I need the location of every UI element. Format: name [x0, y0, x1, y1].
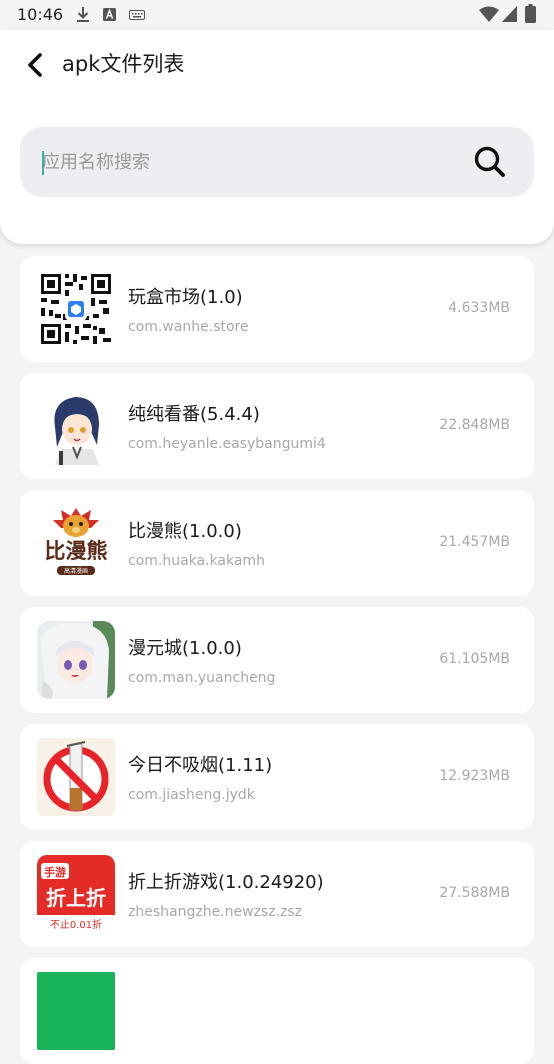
anime-girl-icon	[37, 387, 115, 465]
app-name: 漫元城(1.0.0)	[128, 638, 242, 659]
signal-icon	[502, 6, 517, 22]
back-arrow-icon	[28, 53, 42, 77]
zheshangzhe-logo-icon: 手游 折上折 不止0.01折	[37, 855, 115, 933]
search-icon[interactable]	[472, 144, 508, 180]
app-package: com.huaka.kakamh	[128, 553, 265, 569]
app-size: 22.848MB	[439, 417, 510, 433]
app-name: 玩盒市场(1.0)	[128, 287, 243, 308]
app-package: com.man.yuancheng	[128, 670, 276, 686]
no-smoking-icon	[37, 738, 115, 816]
white-hair-girl-icon	[37, 621, 115, 699]
font-a-icon	[103, 8, 116, 21]
apk-list-item[interactable]: 漫元城(1.0.0) com.man.yuancheng 61.105MB	[20, 607, 534, 713]
app-size: 12.923MB	[439, 768, 510, 784]
back-button[interactable]	[18, 48, 52, 82]
page-title: apk文件列表	[62, 52, 185, 76]
app-name: 今日不吸烟(1.11)	[128, 755, 273, 776]
apk-list-item[interactable]: 比漫熊 高清漫画 比漫熊(1.0.0) com.huaka.kakamh 21.…	[20, 490, 534, 596]
app-package: zheshangzhe.newzsz.zsz	[128, 904, 302, 920]
apk-list-item[interactable]: 今日不吸烟(1.11) com.jiasheng.jydk 12.923MB	[20, 724, 534, 830]
app-name: 折上折游戏(1.0.24920)	[128, 872, 324, 893]
app-name: 纯纯看番(5.4.4)	[128, 404, 260, 425]
app-size: 21.457MB	[439, 534, 510, 550]
search-input[interactable]	[42, 127, 462, 197]
bear-logo-text: 比漫熊	[45, 539, 108, 563]
apk-list-item[interactable]: 手游 折上折 不止0.01折 折上折游戏(1.0.24920) zheshang…	[20, 841, 534, 947]
zsz-main-text: 折上折	[46, 886, 106, 910]
app-size: 61.105MB	[439, 651, 510, 667]
download-icon	[77, 7, 89, 22]
app-package: com.wanhe.store	[128, 319, 249, 335]
apk-list-item[interactable]: 玩盒市场(1.0) com.wanhe.store 4.633MB	[20, 256, 534, 362]
app-size: 4.633MB	[448, 300, 510, 316]
app-name: 比漫熊(1.0.0)	[128, 521, 242, 542]
wifi-icon	[479, 6, 499, 22]
status-time: 10:46	[17, 5, 64, 24]
app-package: com.jiasheng.jydk	[128, 787, 255, 803]
qr-code-icon	[37, 270, 115, 348]
app-package: com.heyanle.easybangumi4	[128, 436, 326, 452]
keyboard-icon	[129, 10, 145, 20]
battery-icon	[525, 4, 536, 23]
apk-list-item[interactable]	[20, 958, 534, 1064]
app-size: 27.588MB	[439, 885, 510, 901]
status-bar: 10:46	[0, 0, 554, 30]
zsz-badge-text: 手游	[44, 865, 66, 879]
apk-list-item[interactable]: 纯纯看番(5.4.4) com.heyanle.easybangumi4 22.…	[20, 373, 534, 479]
header-card: apk文件列表	[0, 30, 554, 244]
bear-logo-icon: 比漫熊 高清漫画	[37, 504, 115, 582]
search-box	[20, 127, 534, 197]
zsz-sub-text: 不止0.01折	[50, 918, 102, 931]
bear-logo-subtext: 高清漫画	[64, 567, 88, 575]
